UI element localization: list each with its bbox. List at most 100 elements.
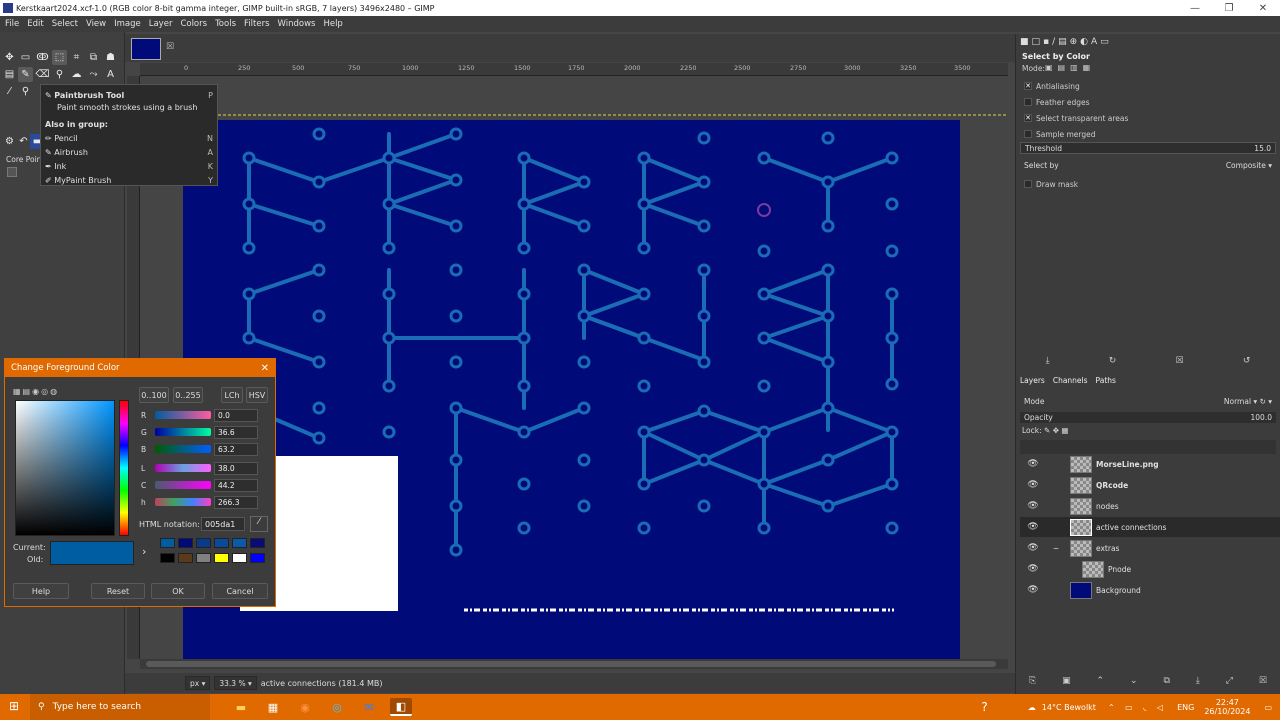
select-by-color-tool-icon[interactable]: ⬚ — [52, 50, 67, 65]
hue-slider[interactable] — [119, 400, 129, 536]
cancel-button[interactable]: Cancel — [212, 583, 268, 599]
channel-c-row[interactable]: C 44.2 — [141, 478, 258, 492]
zoom-tool-icon[interactable]: ⚲ — [18, 84, 33, 99]
history-swatch[interactable] — [214, 538, 229, 548]
tray-icons[interactable]: ⌃ ▭ ◟ ◁ — [1108, 703, 1167, 712]
help-tray-icon[interactable]: ? — [981, 700, 987, 714]
draw-mask-checkbox[interactable] — [1024, 180, 1032, 188]
ok-button[interactable]: OK — [151, 583, 205, 599]
undo-history-tab-icon[interactable]: ↶ — [16, 134, 31, 149]
history-swatch[interactable] — [160, 553, 175, 563]
threshold-slider[interactable]: Threshold 15.0 — [1020, 142, 1276, 154]
channel-b-row[interactable]: B 63.2 — [141, 442, 258, 456]
channel-h-value[interactable]: 266.3 — [214, 495, 258, 509]
move-tool-icon[interactable]: ✥ — [2, 50, 17, 65]
maximize-button[interactable]: ❐ — [1212, 3, 1246, 14]
lasso-tool-icon[interactable]: ↂ — [35, 50, 50, 65]
horizontal-scrollbar[interactable] — [140, 659, 1008, 669]
range-0-100-button[interactable]: 0..100 — [139, 387, 169, 403]
channel-h-row[interactable]: h 266.3 — [141, 495, 258, 509]
channel-r-value[interactable]: 0.0 — [214, 408, 258, 422]
lch-button[interactable]: LCh — [221, 387, 243, 403]
notifications-icon[interactable]: ▭ — [1264, 703, 1272, 712]
history-swatch[interactable] — [196, 553, 211, 563]
add-to-history-icon[interactable]: › — [142, 545, 146, 558]
history-swatch[interactable] — [250, 553, 265, 563]
channel-g-value[interactable]: 36.6 — [214, 425, 258, 439]
layer-row-active[interactable]: 👁 active connections — [1020, 517, 1280, 537]
visibility-eye-icon[interactable]: 👁 — [1024, 501, 1042, 511]
history-swatch[interactable] — [160, 538, 175, 548]
weather-text[interactable]: 14°C Bewolkt — [1042, 703, 1096, 712]
menu-help[interactable]: Help — [323, 19, 342, 29]
channel-g-row[interactable]: G 36.6 — [141, 425, 258, 439]
rect-select-tool-icon[interactable]: ▭ — [18, 50, 33, 65]
eraser-tool-icon[interactable]: ⌫ — [35, 67, 50, 82]
visibility-eye-icon[interactable]: 👁 — [1024, 564, 1042, 574]
history-swatch[interactable] — [178, 553, 193, 563]
edge-icon[interactable]: ◎ — [326, 698, 348, 716]
layer-row[interactable]: 👁 nodes — [1020, 496, 1280, 516]
antialiasing-checkbox[interactable]: ✕ — [1024, 82, 1032, 90]
bucket-fill-tool-icon[interactable]: ▤ — [2, 67, 17, 82]
smudge-tool-icon[interactable]: ☁ — [69, 67, 84, 82]
image-tab-close-icon[interactable]: ☒ — [166, 42, 174, 52]
menu-tools[interactable]: Tools — [215, 19, 236, 29]
menu-layer[interactable]: Layer — [149, 19, 173, 29]
collapse-icon[interactable]: − — [1042, 544, 1070, 553]
history-swatch[interactable] — [232, 538, 247, 548]
store-icon[interactable]: ▦ — [262, 698, 284, 716]
text-tool-icon[interactable]: A — [103, 67, 118, 82]
paths-tool-icon[interactable]: ⤳ — [86, 67, 101, 82]
reset-button[interactable]: Reset — [91, 583, 145, 599]
tool-options-tab-icon[interactable]: ⚙ — [2, 134, 17, 149]
layer-mode-dropdown[interactable]: Mode Normal ▾ ↻ ▾ — [1020, 394, 1276, 408]
visibility-eye-icon[interactable]: 👁 — [1024, 543, 1042, 553]
select-by-dropdown[interactable]: Select by Composite ▾ — [1020, 158, 1276, 172]
menu-view[interactable]: View — [86, 19, 106, 29]
layer-row[interactable]: 👁 Pnode — [1020, 559, 1280, 579]
image-tab-thumbnail[interactable] — [131, 38, 161, 60]
history-swatch[interactable] — [214, 553, 229, 563]
paintbrush-tool-icon[interactable]: ✎ — [18, 67, 33, 82]
close-button[interactable]: ✕ — [1246, 3, 1280, 14]
html-notation-input[interactable]: 005da1 — [201, 517, 245, 531]
history-swatch[interactable] — [250, 538, 265, 548]
menu-select[interactable]: Select — [52, 19, 78, 29]
channel-l-value[interactable]: 38.0 — [214, 461, 258, 475]
layers-tabs[interactable]: Layers Channels Paths — [1020, 376, 1116, 385]
file-explorer-icon[interactable]: ▬ — [230, 698, 252, 716]
visibility-eye-icon[interactable]: 👁 — [1024, 459, 1042, 469]
zoom-select[interactable]: 33.3 % ▾ — [214, 676, 257, 690]
help-button[interactable]: Help — [13, 583, 69, 599]
mail-icon[interactable]: ✉ — [358, 698, 380, 716]
color-picker-tool-icon[interactable]: ⁄ — [2, 84, 17, 99]
firefox-icon[interactable]: ◉ — [294, 698, 316, 716]
channel-l-row[interactable]: L 38.0 — [141, 461, 258, 475]
warp-tool-icon[interactable]: ☗ — [103, 50, 118, 65]
layer-actions-bar[interactable]: ⎘ ▣ ⌃ ⌄ ⧉ ⤓ ⤢ ☒ — [1016, 676, 1280, 690]
menu-file[interactable]: File — [5, 19, 19, 29]
windows-start-icon[interactable]: ⊞ — [9, 699, 19, 713]
tab-layers[interactable]: Layers — [1020, 376, 1045, 385]
selection-mode-icons[interactable]: ▣▤▥▦ — [1045, 63, 1095, 72]
layer-group-row[interactable]: 👁 − extras — [1020, 538, 1280, 558]
transform-tool-icon[interactable]: ⧉ — [86, 50, 101, 65]
menu-windows[interactable]: Windows — [278, 19, 316, 29]
sample-merged-checkbox[interactable] — [1024, 130, 1032, 138]
hsv-button[interactable]: HSV — [246, 387, 268, 403]
channel-b-value[interactable]: 63.2 — [214, 442, 258, 456]
visibility-eye-icon[interactable]: 👁 — [1024, 585, 1042, 595]
color-picker-icon[interactable]: ⁄ — [250, 516, 268, 532]
clone-tool-icon[interactable]: ⚲ — [52, 67, 67, 82]
menu-colors[interactable]: Colors — [180, 19, 207, 29]
dialog-close-icon[interactable]: ✕ — [261, 363, 269, 374]
menu-edit[interactable]: Edit — [27, 19, 43, 29]
visibility-eye-icon[interactable]: 👁 — [1024, 480, 1042, 490]
taskbar-search[interactable]: ⚲ Type here to search — [30, 694, 210, 720]
opacity-slider[interactable]: Opacity 100.0 — [1020, 412, 1276, 423]
tab-paths[interactable]: Paths — [1096, 376, 1116, 385]
channel-c-value[interactable]: 44.2 — [214, 478, 258, 492]
clock[interactable]: 22:47 26/10/2024 — [1204, 698, 1250, 716]
gimp-taskbar-icon[interactable]: ◧ — [390, 698, 412, 716]
